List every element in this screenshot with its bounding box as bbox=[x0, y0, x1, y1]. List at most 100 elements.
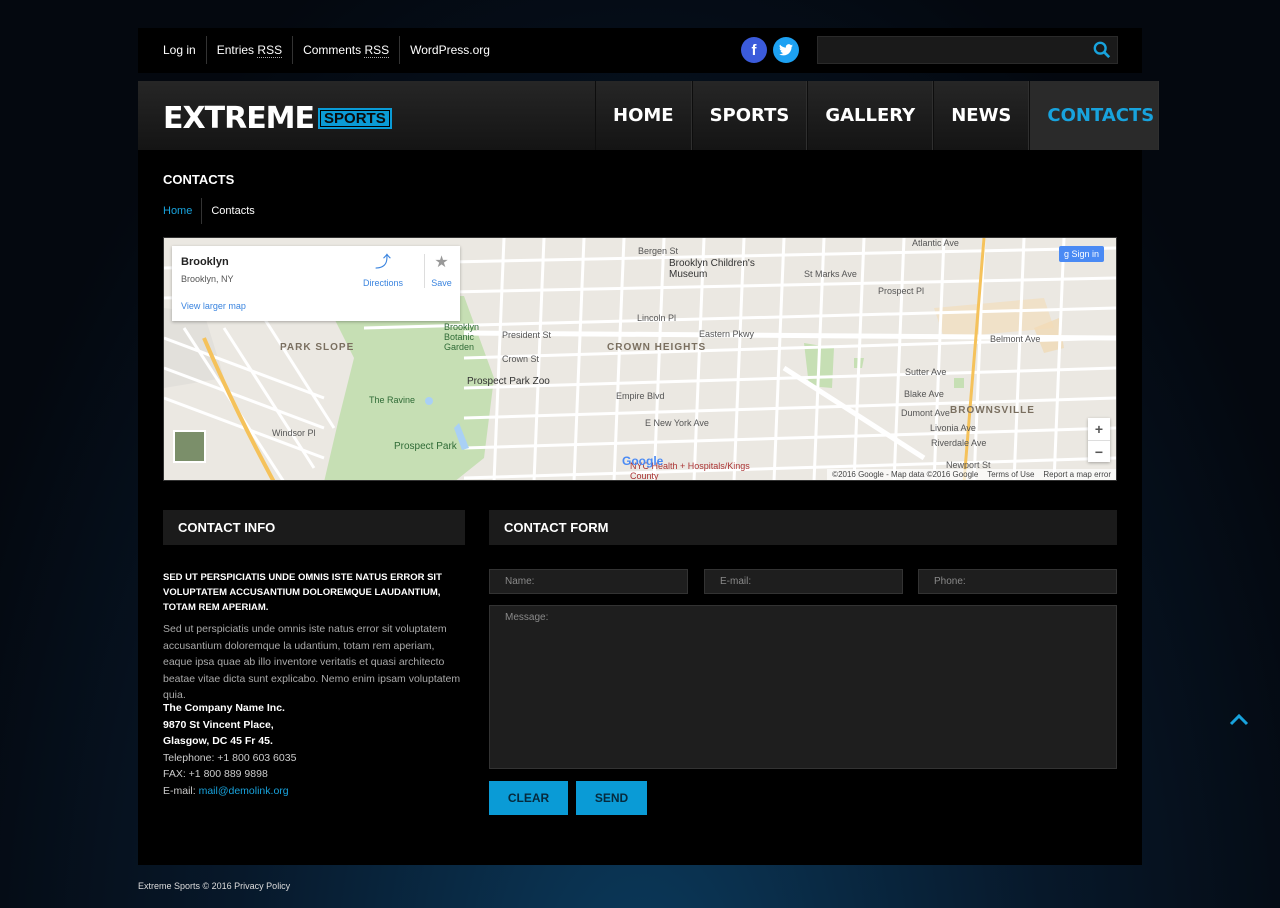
map-label-sutter-ave: Sutter Ave bbox=[905, 367, 947, 377]
main-panel: CONTACTS Home Contacts PARK SLOPE CROWN … bbox=[138, 150, 1142, 865]
map-signin-button[interactable]: g Sign in bbox=[1059, 246, 1105, 262]
map-label-lincoln-pl: Lincoln Pl bbox=[637, 313, 677, 323]
comments-rss-abbr: RSS bbox=[364, 43, 390, 58]
company-name: The Company Name Inc. bbox=[163, 702, 285, 714]
nav-news[interactable]: NEWS bbox=[933, 81, 1030, 150]
entries-rss-link[interactable]: Entries RSS bbox=[205, 36, 292, 64]
map-attribution: ©2016 Google - Map data ©2016 Google Ter… bbox=[827, 469, 1116, 480]
clear-button[interactable]: CLEAR bbox=[489, 781, 568, 815]
map-label-president-st: President St bbox=[502, 330, 552, 340]
login-link[interactable]: Log in bbox=[163, 36, 206, 64]
map-label-e-new-york: E New York Ave bbox=[645, 418, 709, 428]
page-title: CONTACTS bbox=[163, 172, 235, 187]
company-fax: FAX: +1 800 889 9898 bbox=[163, 768, 268, 780]
map-report-error-link[interactable]: Report a map error bbox=[1043, 470, 1111, 479]
map-label-blake-ave: Blake Ave bbox=[904, 389, 944, 399]
site-logo[interactable]: EXTREME SPORTS bbox=[163, 101, 392, 136]
google-logo: Google bbox=[622, 454, 664, 468]
social-links: f bbox=[741, 37, 799, 63]
map-terms-link[interactable]: Terms of Use bbox=[987, 470, 1034, 479]
star-icon: ★ bbox=[434, 254, 449, 271]
contact-address: The Company Name Inc. 9870 St Vincent Pl… bbox=[163, 700, 465, 799]
entries-label: Entries bbox=[216, 43, 255, 57]
email-field[interactable]: E-mail: bbox=[704, 569, 903, 594]
main-nav: HOME SPORTS GALLERY NEWS CONTACTS bbox=[595, 81, 1160, 150]
save-label: Save bbox=[431, 278, 452, 288]
comments-rss-link[interactable]: Comments RSS bbox=[292, 36, 399, 64]
phone-field[interactable]: Phone: bbox=[918, 569, 1117, 594]
contact-form-heading: CONTACT FORM bbox=[489, 510, 1117, 545]
google-map[interactable]: PARK SLOPE CROWN HEIGHTS BROWNSVILLE Bro… bbox=[163, 237, 1117, 481]
map-label-childrens-museum: Brooklyn Children's Museum bbox=[669, 258, 755, 280]
map-label-eastern-pkwy: Eastern Pkwy bbox=[699, 329, 755, 339]
satellite-toggle[interactable] bbox=[173, 430, 206, 463]
footer-text: Extreme Sports © 2016 Privacy Policy bbox=[138, 881, 291, 891]
search-icon[interactable] bbox=[1093, 41, 1111, 59]
map-label-prospect-pl: Prospect Pl bbox=[878, 286, 925, 296]
map-label-bergen-st: Bergen St bbox=[638, 246, 679, 256]
scroll-to-top-icon[interactable] bbox=[1228, 709, 1250, 731]
breadcrumb-home[interactable]: Home bbox=[163, 198, 203, 224]
contact-info-heading: CONTACT INFO bbox=[163, 510, 465, 545]
company-email-row: E-mail: mail@demolink.org bbox=[163, 783, 465, 800]
map-label-brownsville: BROWNSVILLE bbox=[950, 405, 1035, 416]
company-telephone: Telephone: +1 800 603 6035 bbox=[163, 751, 297, 764]
search-box[interactable] bbox=[817, 36, 1118, 64]
map-label-st-marks: St Marks Ave bbox=[804, 269, 857, 279]
entries-rss-abbr: RSS bbox=[257, 43, 283, 58]
contact-info-lead: SED UT PERSPICIATIS UNDE OMNIS ISTE NATU… bbox=[163, 572, 442, 613]
contact-info-body: Sed ut perspiciatis unde omnis iste natu… bbox=[163, 623, 461, 701]
save-button[interactable]: ★ Save bbox=[424, 254, 458, 288]
map-place-title: Brooklyn bbox=[181, 256, 229, 268]
search-input[interactable] bbox=[818, 37, 1088, 63]
view-larger-map-link[interactable]: View larger map bbox=[181, 301, 246, 311]
logo-badge: SPORTS bbox=[318, 108, 392, 129]
map-label-prospect-park: Prospect Park bbox=[394, 441, 457, 452]
email-link[interactable]: mail@demolink.org bbox=[199, 785, 289, 797]
map-label-dumont-ave: Dumont Ave bbox=[901, 408, 950, 418]
map-label-crown-heights: CROWN HEIGHTS bbox=[607, 342, 707, 353]
company-street: 9870 St Vincent Place, bbox=[163, 718, 274, 731]
map-signin-label: Sign in bbox=[1071, 249, 1100, 259]
zoom-out-button[interactable]: − bbox=[1088, 440, 1110, 462]
comments-label: Comments bbox=[303, 43, 362, 57]
message-field[interactable]: Message: bbox=[489, 605, 1117, 769]
nav-contacts[interactable]: CONTACTS bbox=[1029, 81, 1160, 150]
map-label-the-ravine: The Ravine bbox=[369, 395, 416, 405]
breadcrumb: Home Contacts bbox=[163, 198, 255, 224]
map-copyright: ©2016 Google - Map data ©2016 Google bbox=[832, 470, 979, 479]
map-label-empire-blvd: Empire Blvd bbox=[616, 391, 665, 401]
name-field[interactable]: Name: bbox=[489, 569, 688, 594]
map-place-subtitle: Brooklyn, NY bbox=[181, 274, 234, 284]
logo-main-text: EXTREME bbox=[163, 101, 315, 136]
top-bar: Log in Entries RSS Comments RSS WordPres… bbox=[138, 28, 1142, 73]
nav-gallery[interactable]: GALLERY bbox=[807, 81, 934, 150]
directions-button[interactable]: ⤴ Directions bbox=[358, 254, 408, 288]
map-label-riverdale-ave: Riverdale Ave bbox=[931, 438, 987, 448]
page-wrapper: Log in Entries RSS Comments RSS WordPres… bbox=[138, 0, 1160, 908]
site-header: EXTREME SPORTS HOME SPORTS GALLERY NEWS … bbox=[138, 81, 1160, 150]
map-label-park-slope: PARK SLOPE bbox=[280, 342, 355, 353]
nav-sports[interactable]: SPORTS bbox=[691, 81, 808, 150]
map-label-crown-st: Crown St bbox=[502, 354, 540, 364]
map-label-atlantic-ave: Atlantic Ave bbox=[912, 238, 959, 248]
wordpress-link[interactable]: WordPress.org bbox=[399, 36, 500, 64]
directions-icon: ⤴ bbox=[374, 254, 391, 271]
nav-home[interactable]: HOME bbox=[595, 81, 692, 150]
map-label-botanic-garden: Brooklyn Botanic Garden bbox=[444, 322, 480, 352]
email-label: E-mail: bbox=[163, 784, 196, 797]
facebook-icon[interactable]: f bbox=[741, 37, 767, 63]
map-zoom-control: + − bbox=[1088, 418, 1110, 462]
map-label-belmont-ave: Belmont Ave bbox=[990, 334, 1041, 344]
google-plus-icon: g bbox=[1064, 249, 1072, 259]
company-city: Glasgow, DC 45 Fr 45. bbox=[163, 735, 273, 747]
breadcrumb-current: Contacts bbox=[211, 205, 255, 217]
map-info-card: Brooklyn Brooklyn, NY View larger map ⤴ … bbox=[172, 246, 460, 321]
directions-label: Directions bbox=[362, 278, 403, 288]
map-label-prospect-park-zoo: Prospect Park Zoo bbox=[467, 376, 550, 387]
map-label-windsor-pl: Windsor Pl bbox=[272, 428, 316, 438]
zoom-in-button[interactable]: + bbox=[1088, 418, 1110, 440]
top-links: Log in Entries RSS Comments RSS WordPres… bbox=[163, 36, 500, 64]
send-button[interactable]: SEND bbox=[576, 781, 647, 815]
twitter-icon[interactable] bbox=[773, 37, 799, 63]
